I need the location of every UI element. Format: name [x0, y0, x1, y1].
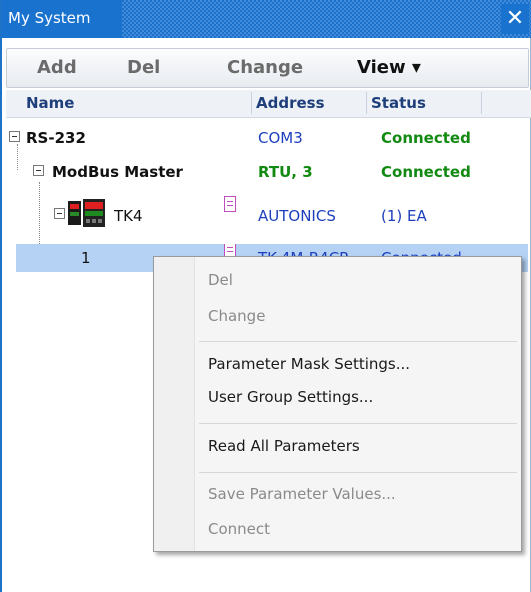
- tree-item-status: Connected: [381, 163, 471, 181]
- menu-item-connect[interactable]: Connect: [208, 520, 270, 538]
- parameter-doc-icon[interactable]: [224, 196, 236, 212]
- column-address[interactable]: Address: [256, 94, 325, 112]
- tree-item-name: RS-232: [26, 129, 86, 147]
- column-separator[interactable]: [366, 92, 367, 114]
- menu-item-change[interactable]: Change: [208, 307, 265, 325]
- change-button[interactable]: Change: [227, 49, 303, 87]
- collapse-icon[interactable]: [54, 208, 65, 219]
- toolbar: Add Del Change View ▾: [6, 48, 529, 88]
- menu-separator: [199, 472, 517, 473]
- tree-item-address: COM3: [258, 129, 303, 147]
- tree-row-modbus-master[interactable]: ModBus Master RTU, 3 Connected: [6, 154, 516, 192]
- del-button[interactable]: Del: [127, 49, 160, 87]
- column-header: Name Address Status: [6, 90, 531, 118]
- view-dropdown-button[interactable]: View ▾: [357, 49, 421, 87]
- column-separator[interactable]: [251, 92, 252, 114]
- tree-item-name: 1: [81, 249, 91, 267]
- menu-item-user-group-settings[interactable]: User Group Settings...: [208, 388, 373, 406]
- tree-item-name: TK4: [114, 207, 143, 225]
- add-button[interactable]: Add: [37, 49, 77, 87]
- tree-item-status: Connected: [381, 129, 471, 147]
- menu-item-parameter-mask-settings[interactable]: Parameter Mask Settings...: [208, 355, 410, 373]
- menu-icon-gutter: [154, 257, 195, 551]
- tree-row-tk4[interactable]: TK4 AUTONICS (1) EA: [6, 196, 516, 236]
- close-icon[interactable]: ✕: [501, 4, 529, 34]
- column-separator[interactable]: [481, 92, 482, 114]
- menu-item-del[interactable]: Del: [208, 271, 233, 289]
- context-menu: Del Change Parameter Mask Settings... Us…: [153, 256, 522, 552]
- menu-separator: [199, 423, 517, 424]
- tree-item-address: RTU, 3: [258, 163, 313, 181]
- title-bar[interactable]: My System ✕: [2, 0, 531, 38]
- column-name[interactable]: Name: [26, 94, 74, 112]
- menu-item-save-parameter-values[interactable]: Save Parameter Values...: [208, 485, 396, 503]
- menu-separator: [199, 341, 517, 342]
- temperature-controller-icon: [68, 199, 105, 227]
- collapse-icon[interactable]: [9, 131, 20, 142]
- tree-item-address: AUTONICS: [258, 207, 336, 225]
- tree-item-name: ModBus Master: [52, 163, 183, 181]
- collapse-icon[interactable]: [33, 165, 44, 176]
- menu-item-read-all-parameters[interactable]: Read All Parameters: [208, 437, 360, 455]
- tree-item-status: (1) EA: [381, 207, 427, 225]
- panel-title: My System: [8, 9, 91, 27]
- column-status[interactable]: Status: [371, 94, 426, 112]
